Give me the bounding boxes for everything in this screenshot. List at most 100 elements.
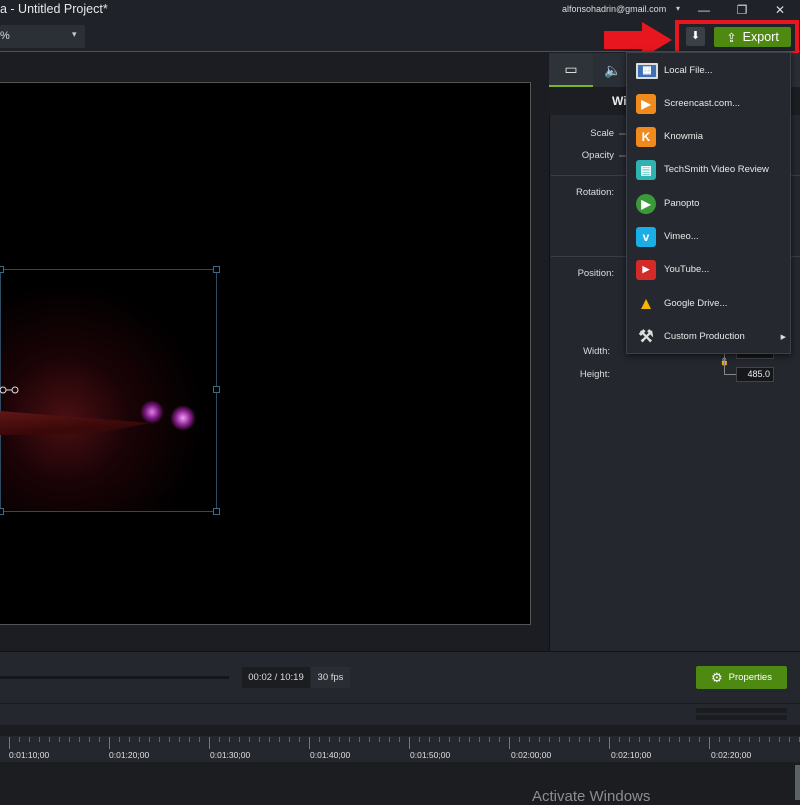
ruler-tick [409, 737, 410, 749]
aspect-link-bracket [724, 352, 736, 375]
resize-handle[interactable] [0, 508, 4, 515]
ruler-label: 0:02:00;00 [511, 750, 552, 760]
ruler-tick [629, 737, 630, 742]
resize-handle[interactable] [213, 386, 220, 393]
resize-handle[interactable] [213, 266, 220, 273]
ruler-tick [299, 737, 300, 742]
timeline-control[interactable] [696, 715, 787, 720]
ruler-tick [259, 737, 260, 742]
account-email[interactable]: alfonsohadrin@gmail.com [562, 4, 666, 14]
timeline-control[interactable] [696, 708, 787, 713]
properties-button[interactable]: ⚙ Properties [696, 666, 787, 689]
clip-light-glow [170, 405, 196, 431]
film-icon[interactable]: ▭ [549, 53, 593, 87]
ruler-tick [639, 737, 640, 742]
ruler-tick [649, 737, 650, 742]
menu-item-techsmith-video-review[interactable]: ▤ TechSmith Video Review [627, 153, 790, 186]
speaker-icon[interactable]: 🔈 [596, 53, 630, 87]
ruler-tick [359, 737, 360, 742]
share-icon: ⇪ [726, 30, 737, 45]
ruler-tick [199, 737, 200, 742]
gear-icon: ⚙ [711, 669, 723, 685]
ruler-tick [69, 737, 70, 742]
ruler-label: 0:01:10;00 [9, 750, 50, 760]
ruler-tick [569, 737, 570, 742]
menu-item-panopto[interactable]: ▶ Panopto [627, 187, 790, 220]
ruler-tick [599, 737, 600, 742]
ruler-tick [579, 737, 580, 742]
ruler-tick [729, 737, 730, 742]
knowmia-icon: K [636, 126, 656, 147]
ruler-tick [519, 737, 520, 742]
menu-item-knowmia[interactable]: K Knowmia [627, 120, 790, 153]
ruler-tick [489, 737, 490, 742]
ruler-tick [169, 737, 170, 742]
rotation-handle[interactable] [0, 385, 22, 395]
ruler-tick [239, 737, 240, 742]
ruler-tick [189, 737, 190, 742]
timeline-tracks[interactable] [0, 762, 800, 800]
chevron-down-icon[interactable]: ▾ [72, 29, 77, 40]
menu-item-screencast[interactable]: ▶ Screencast.com... [627, 87, 790, 120]
ruler-tick [419, 737, 420, 742]
ruler-tick [619, 737, 620, 742]
ruler-label: 0:01:40;00 [310, 750, 351, 760]
window-title: a - Untitled Project* [0, 2, 108, 16]
ruler-tick [669, 737, 670, 742]
ruler-tick [149, 737, 150, 742]
ruler-tick [759, 737, 760, 742]
time-display: 00:02 / 10:19 [242, 667, 310, 688]
ruler-tick [719, 737, 720, 742]
ruler-tick [79, 737, 80, 742]
ruler-tick [679, 737, 680, 742]
menu-item-vimeo[interactable]: v Vimeo... [627, 220, 790, 253]
ruler-tick [549, 737, 550, 742]
close-button[interactable]: ✕ [770, 2, 790, 18]
ruler-tick [329, 737, 330, 742]
ruler-tick [39, 737, 40, 742]
ruler-tick [279, 737, 280, 742]
menu-item-youtube[interactable]: ▶ YouTube... [627, 253, 790, 286]
resize-handle[interactable] [213, 508, 220, 515]
ruler-label: 0:02:20;00 [711, 750, 752, 760]
ruler-tick [439, 737, 440, 742]
menu-item-custom-production[interactable]: ⚒ Custom Production ▶ [627, 320, 790, 353]
playback-scrubber[interactable] [0, 676, 229, 679]
scale-label: Scale [590, 128, 614, 139]
tools-icon: ⚒ [638, 326, 654, 346]
restore-button[interactable]: ❐ [732, 2, 752, 18]
video-clip[interactable] [0, 269, 217, 512]
ruler-tick [219, 737, 220, 742]
account-dropdown-icon[interactable]: ▾ [676, 4, 680, 13]
google-drive-icon: ▲ [637, 293, 655, 313]
ruler-tick [589, 737, 590, 742]
vimeo-icon: v [636, 226, 656, 247]
height-label: Height: [579, 369, 610, 380]
export-button[interactable]: ⇪ Export [714, 27, 791, 47]
ruler-tick [479, 737, 480, 742]
ruler-tick [699, 737, 700, 742]
height-input[interactable]: 485.0 [736, 367, 774, 382]
ruler-tick [509, 737, 510, 749]
fps-display[interactable]: 30 fps [311, 667, 350, 688]
video-review-icon: ▤ [636, 159, 656, 180]
ruler-tick [659, 737, 660, 742]
menu-item-google-drive[interactable]: ▲ Google Drive... [627, 287, 790, 320]
ruler-tick [289, 737, 290, 742]
minimize-button[interactable]: — [694, 2, 714, 18]
timeline-scrollbar[interactable] [795, 765, 800, 800]
submenu-arrow-icon: ▶ [780, 333, 786, 341]
width-label: Width: [583, 346, 610, 357]
ruler-tick [459, 737, 460, 742]
resize-handle[interactable] [0, 266, 4, 273]
download-icon[interactable]: ⬇ [686, 27, 705, 46]
ruler-tick [139, 737, 140, 742]
youtube-icon: ▶ [636, 259, 656, 280]
ruler-tick [769, 737, 770, 742]
zoom-value: % [0, 30, 10, 42]
ruler-tick [339, 737, 340, 742]
ruler-label: 0:01:30;00 [210, 750, 251, 760]
ruler-label: 0:01:50;00 [410, 750, 451, 760]
menu-item-local-file[interactable]: ▦ Local File... [627, 54, 790, 87]
ruler-label: 0:02:10;00 [611, 750, 652, 760]
